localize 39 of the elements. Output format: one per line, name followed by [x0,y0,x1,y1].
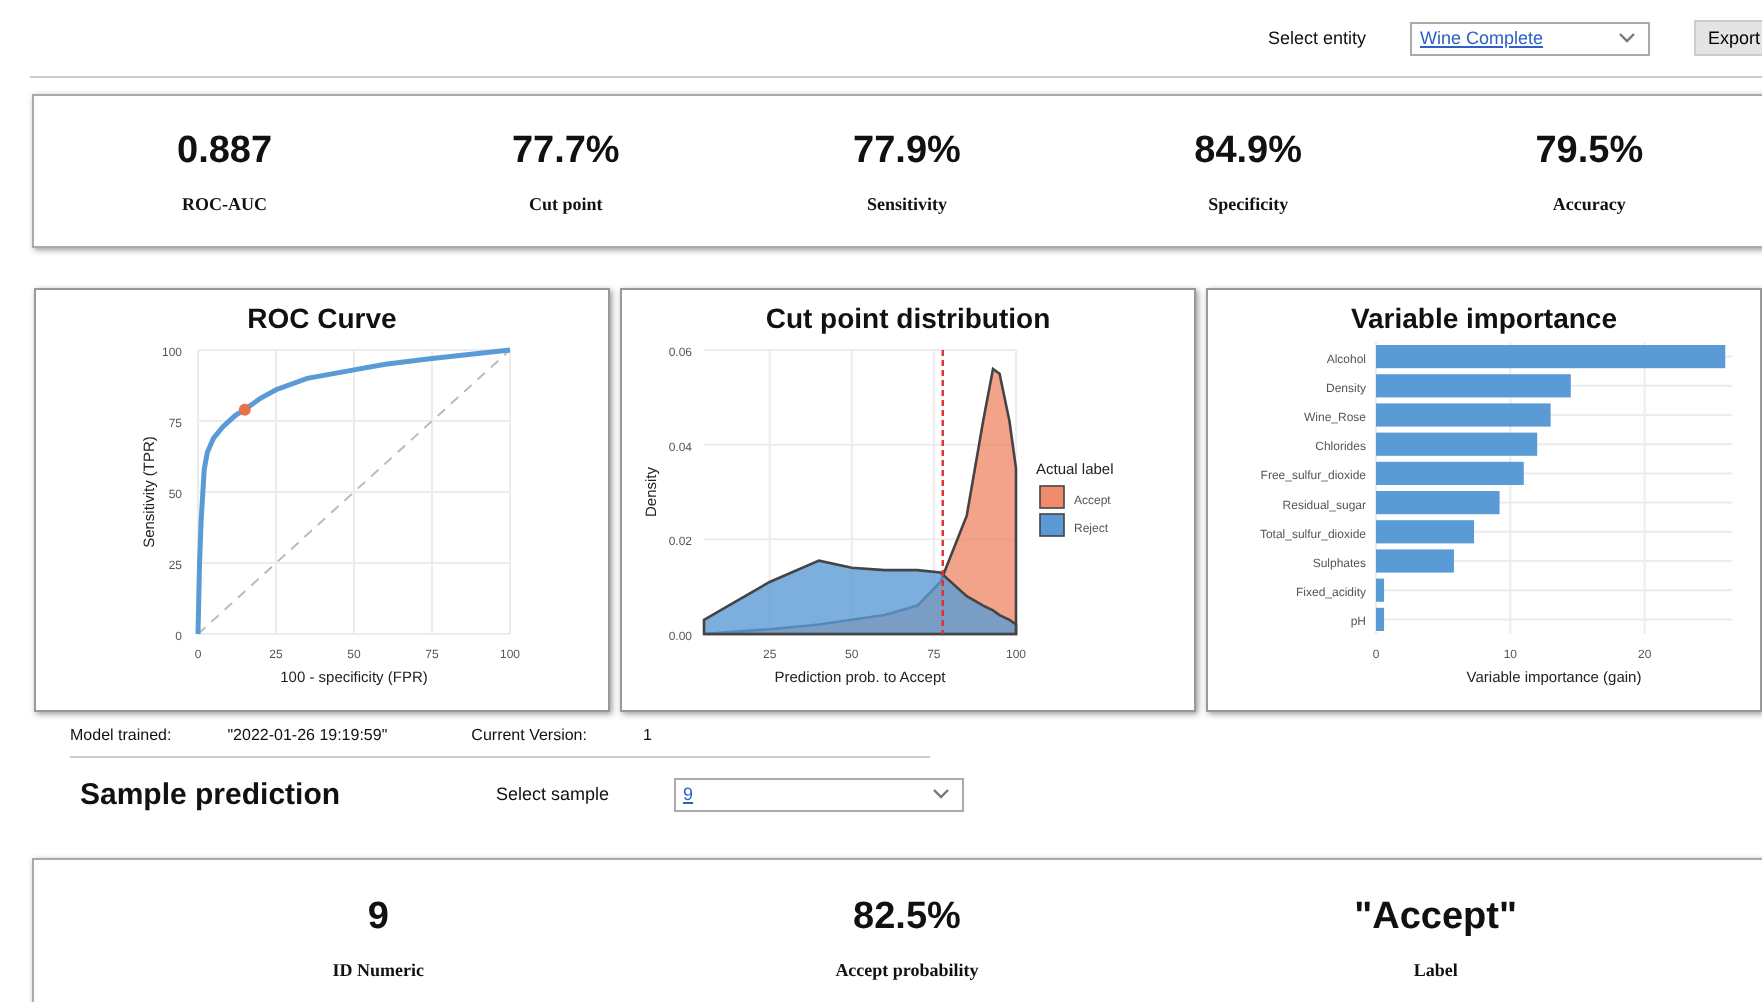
importance-bar [1376,607,1385,631]
legend-swatch [1039,485,1065,509]
entity-label: Select entity [1267,28,1366,48]
prediction-label: ID Numeric [332,960,425,980]
sample-label: Select sample [496,784,610,804]
metric-label: ROC-AUC [182,193,268,213]
prediction-label: Label [1413,960,1458,980]
prediction-value: 82.5% [853,896,961,940]
importance-bar [1376,520,1475,544]
prediction-value: 9 [367,896,389,940]
legend-swatch [1039,513,1065,537]
importance-bar [1376,549,1454,573]
trained-value: "2022-01-26 19:19:59" [227,725,388,743]
caret-icon [1617,32,1636,44]
export-button[interactable]: Export [1693,20,1762,56]
metric-label: Accuracy [1552,193,1626,213]
chart-title: Variable importance [1350,302,1618,334]
metric-value: 77.7% [511,129,620,173]
trained-label: Model trained: [70,725,172,743]
importance-bar [1376,491,1500,515]
metric-value: 84.9% [1194,129,1303,173]
importance-bar [1376,578,1385,602]
metric-value: 0.887 [177,129,273,173]
metric-label: Sensitivity [866,193,947,213]
version-value: 1 [642,725,652,743]
metric-label: Specificity [1208,193,1289,213]
sample-select[interactable]: 9 [673,777,964,811]
metric-label: Cut point [529,193,603,213]
section-title: Sample prediction [80,777,343,811]
chart-title: Cut point distribution [765,302,1051,334]
chart-title: ROC Curve [247,302,397,334]
entity-select[interactable]: Wine Complete [1409,21,1650,55]
prediction-value: "Accept" [1354,896,1517,940]
metric-value: 79.5% [1535,129,1644,173]
prediction-label: Accept probability [835,960,979,980]
version-label: Current Version: [471,725,587,743]
cut-point-marker [238,403,251,416]
metric-value: 77.9% [853,129,961,173]
caret-icon [931,788,950,800]
